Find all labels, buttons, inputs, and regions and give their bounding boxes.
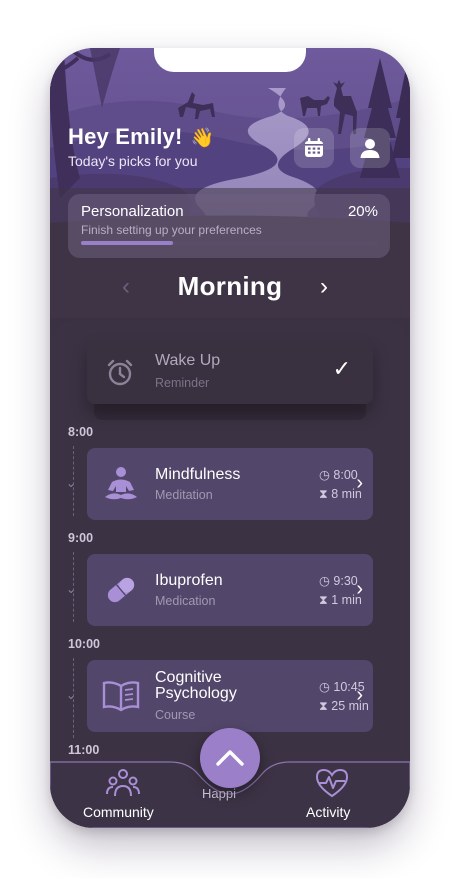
community-icon[interactable] [106, 768, 140, 798]
chevron-right-icon[interactable]: › [356, 684, 363, 707]
next-day-chevron-icon[interactable]: › [320, 273, 328, 301]
pill-icon [107, 577, 135, 603]
reminder-subtitle: Reminder [155, 376, 210, 390]
hourglass-icon: ⧗ [319, 487, 332, 501]
timeline-chevron-icon: ⌄ [66, 476, 77, 490]
chevron-up-icon [216, 750, 244, 766]
timeline-chevron-icon: ⌄ [66, 582, 77, 596]
book-icon [102, 681, 140, 712]
calendar-button[interactable] [294, 128, 334, 168]
reminder-title: Wake Up [155, 352, 221, 369]
nav-community-label[interactable]: Community [83, 804, 154, 820]
personalization-progress-fill [81, 241, 174, 245]
day-selector: ‹ Morning › [50, 266, 410, 310]
greeting-title: Hey Emily! 👋 [68, 124, 215, 150]
activity-heart-icon[interactable] [315, 768, 349, 798]
waving-hand-icon: 👋 [190, 128, 215, 149]
timeline-chevron-icon: ⌄ [66, 688, 77, 702]
clock-icon: ◷ [319, 574, 334, 588]
nav-activity-label[interactable]: Activity [306, 804, 350, 820]
schedule-card-mindfulness[interactable]: Mindfulness Meditation ◷ 8:00 ⧗ 8 min › [87, 448, 373, 520]
schedule-card-cognitive-psychology[interactable]: Cognitive Psychology Course ◷ 10:45 ⧗ 25… [87, 660, 373, 732]
hourglass-icon: ⧗ [319, 699, 332, 713]
chevron-right-icon[interactable]: › [356, 578, 363, 601]
greeting-text: Hey Emily! [68, 124, 183, 149]
personalization-subtitle: Finish setting up your preferences [81, 223, 262, 237]
card-subtitle: Medication [155, 594, 216, 608]
personalization-percent: 20% [347, 203, 378, 220]
card-subtitle: Meditation [155, 488, 213, 502]
card-subtitle: Course [155, 708, 196, 722]
schedule-card-ibuprofen[interactable]: Ibuprofen Medication ◷ 9:30 ⧗ 1 min › [87, 554, 373, 626]
card-title: Mindfulness [155, 466, 241, 483]
meditation-icon [105, 467, 137, 500]
clock-icon: ◷ [319, 468, 334, 482]
card-start-time: ◷ 8:00 [319, 468, 358, 482]
notch [154, 48, 306, 72]
personalization-title: Personalization [81, 203, 184, 220]
personalization-card[interactable]: Personalization 20% Finish setting up yo… [68, 194, 390, 258]
reminder-card-wake-up[interactable]: Wake Up Reminder ✓ [87, 340, 373, 404]
hourglass-icon: ⧗ [319, 593, 332, 607]
card-title: Cognitive Psychology [155, 669, 237, 702]
chevron-right-icon[interactable]: › [356, 472, 363, 495]
user-icon [360, 139, 380, 158]
clock-icon: ◷ [319, 680, 334, 694]
time-label-8: 8:00 [68, 425, 94, 439]
day-label: Morning [177, 271, 283, 301]
check-icon[interactable]: ✓ [333, 356, 351, 382]
card-title: Ibuprofen [155, 572, 223, 589]
phone-screen: Hey Emily! 👋 Today's picks for you Perso… [50, 48, 410, 828]
personalization-progress-track [81, 241, 378, 245]
card-start-time: ◷ 9:30 [319, 574, 358, 588]
profile-button[interactable] [350, 128, 390, 168]
alarm-clock-icon [107, 359, 133, 386]
calendar-icon [305, 138, 323, 157]
expand-fab-button[interactable] [200, 728, 260, 788]
time-label-10: 10:00 [68, 637, 100, 651]
nav-middle-label[interactable]: Happi [202, 786, 236, 801]
time-label-9: 9:00 [68, 531, 94, 545]
greeting-block: Hey Emily! 👋 Today's picks for you [68, 124, 215, 169]
greeting-subtitle: Today's picks for you [68, 153, 198, 169]
